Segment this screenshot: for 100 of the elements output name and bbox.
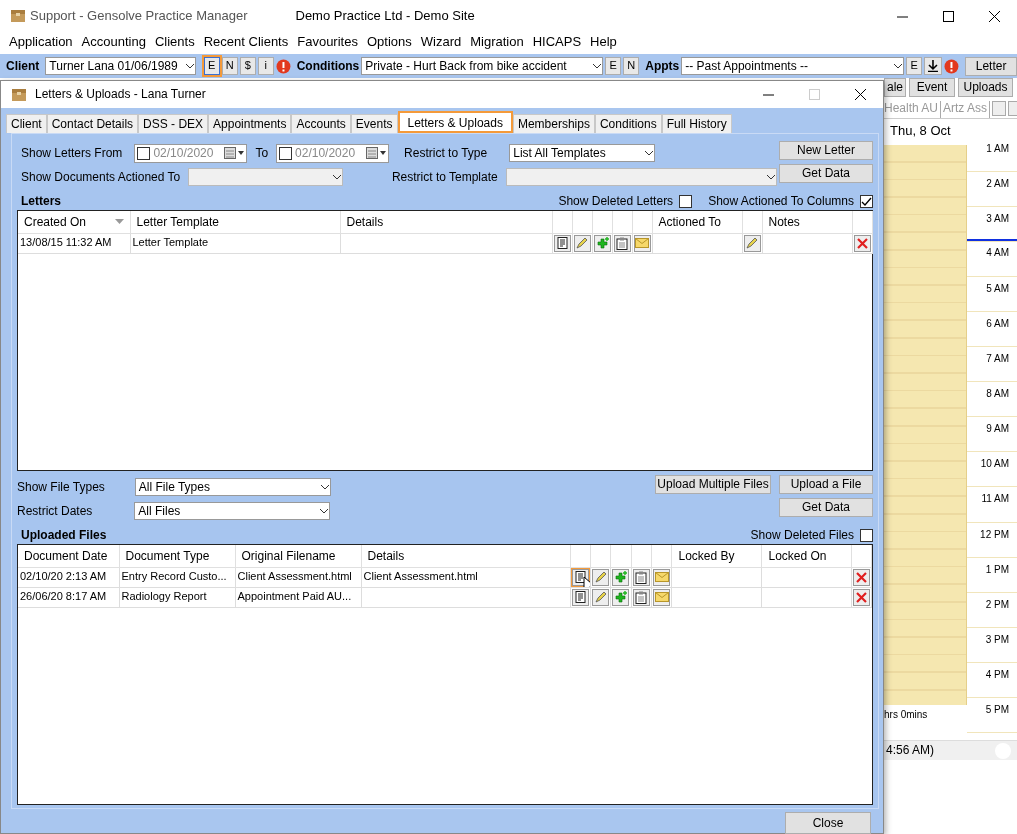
column-header[interactable]: Notes [762, 211, 852, 233]
delete-icon [856, 237, 868, 249]
view-button[interactable] [553, 234, 571, 252]
document-icon [574, 591, 586, 603]
tab[interactable]: Accounts [291, 114, 351, 133]
clipboard-icon [635, 590, 648, 604]
tab[interactable]: DSS - DEX [138, 114, 209, 133]
table-cell: Client Assessment.html [235, 567, 361, 587]
menu-item[interactable]: Wizard [419, 34, 469, 50]
action-button[interactable]: Get Data [779, 164, 873, 183]
time-label: 4 AM [986, 247, 1009, 259]
tab[interactable]: Full History [661, 114, 732, 133]
column-header[interactable]: Locked On [761, 545, 852, 567]
notes-edit-button[interactable] [743, 234, 761, 252]
condition-dropdown[interactable]: Private - Hurt Back from bike accident [361, 57, 604, 75]
menu-item[interactable]: Help [589, 34, 624, 50]
copy-button[interactable] [613, 234, 631, 252]
view-button[interactable] [571, 588, 589, 606]
column-header[interactable]: Created On [18, 211, 130, 233]
client-button[interactable]: i [257, 57, 274, 75]
appts-label: Appts [645, 58, 680, 74]
close-icon[interactable] [988, 10, 1000, 22]
column-header[interactable]: Actioned To [652, 211, 742, 233]
delete-icon [856, 571, 868, 583]
date-field[interactable]: 02/10/2020 [134, 143, 248, 163]
download-icon [928, 60, 939, 72]
add-button[interactable] [593, 234, 611, 252]
edit-button[interactable] [592, 588, 610, 606]
menu-item[interactable]: Recent Clients [202, 34, 296, 50]
menu-item[interactable]: Clients [153, 34, 202, 50]
checkbox[interactable] [860, 195, 873, 208]
download-button[interactable] [924, 57, 943, 75]
condition-button[interactable]: N [623, 57, 640, 75]
column-header[interactable]: Document Date [18, 545, 119, 567]
alert-icon [275, 58, 291, 74]
filter-label: Show Letters From [20, 145, 123, 161]
appointment-dropdown[interactable]: -- Past Appointments -- [681, 57, 905, 75]
checkbox[interactable] [860, 529, 873, 542]
action-button[interactable]: Upload a File [779, 475, 873, 494]
client-dropdown[interactable]: Turner Lana 01/06/1989 [45, 57, 196, 75]
tab[interactable]: Conditions [594, 114, 662, 133]
column-header[interactable]: Document Type [119, 545, 235, 567]
schedule-button[interactable]: Event [909, 78, 955, 97]
edit-button[interactable] [592, 568, 610, 586]
menu-item[interactable]: Migration [469, 34, 531, 50]
schedule-button[interactable]: Uploads [958, 78, 1013, 97]
box-icon [11, 87, 27, 102]
close-button[interactable]: Close [785, 812, 871, 834]
file-type-dropdown[interactable]: All File Types [134, 478, 331, 496]
option-label: Show Deleted Files [750, 528, 854, 543]
action-button[interactable]: Get Data [779, 498, 873, 517]
schedule-button[interactable]: ale [884, 78, 906, 97]
delete-button[interactable] [853, 234, 871, 252]
column-header[interactable]: Details [361, 545, 570, 567]
tab[interactable]: Appointments [208, 114, 292, 133]
letter-button[interactable]: Letter [965, 56, 1017, 76]
condition-button[interactable]: E [605, 57, 622, 75]
menu-item[interactable]: Accounting [80, 34, 153, 50]
copy-button[interactable] [632, 568, 650, 586]
menu-item[interactable]: Options [365, 34, 419, 50]
column-header[interactable]: Original Filename [235, 545, 361, 567]
table-cell: Appointment Paid AU... [235, 587, 361, 607]
add-button[interactable] [612, 568, 630, 586]
tab[interactable]: Letters & Uploads [397, 111, 513, 133]
add-button[interactable] [612, 588, 630, 606]
caret-icon [184, 63, 195, 69]
menu-item[interactable]: Favourites [296, 34, 365, 50]
date-field[interactable]: 02/10/2020 [276, 143, 390, 163]
checkbox[interactable] [679, 195, 693, 208]
client-button[interactable]: $ [239, 57, 256, 75]
status-indicator [995, 742, 1011, 759]
tab[interactable]: Contact Details [46, 114, 139, 133]
edit-button[interactable] [573, 234, 591, 252]
time-label: 8 AM [986, 388, 1009, 399]
envelope-icon [635, 238, 649, 248]
date-range-dropdown[interactable]: All Files [134, 502, 331, 520]
delete-button[interactable] [853, 588, 871, 606]
checkbox[interactable] [279, 146, 293, 160]
maximize-icon[interactable] [942, 10, 954, 22]
column-header[interactable]: Details [340, 211, 552, 233]
checkbox[interactable] [137, 146, 151, 160]
menu-item[interactable]: Application [8, 34, 80, 50]
column-header[interactable]: Letter Template [130, 211, 340, 233]
appointment-button[interactable]: E [906, 57, 923, 75]
calendar-icon [366, 147, 387, 159]
action-button[interactable]: Upload Multiple Files [655, 475, 771, 494]
action-button[interactable]: New Letter [779, 141, 873, 160]
client-button[interactable]: E [203, 57, 220, 75]
tab[interactable]: Events [350, 114, 398, 133]
copy-button[interactable] [632, 588, 650, 606]
delete-button[interactable] [853, 568, 871, 586]
time-label: 3 PM [985, 633, 1009, 645]
table-cell: 02/10/20 2:13 AM [18, 567, 119, 587]
close-icon[interactable] [854, 89, 866, 100]
column-header[interactable]: Locked By [671, 545, 762, 567]
tab[interactable]: Client [6, 114, 47, 133]
type-dropdown[interactable]: List All Templates [509, 144, 656, 162]
practice-name: Demo Practice Ltd - Demo Site [295, 8, 475, 24]
menu-item[interactable]: HICAPS [531, 34, 589, 50]
tab[interactable]: Memberships [512, 114, 595, 133]
